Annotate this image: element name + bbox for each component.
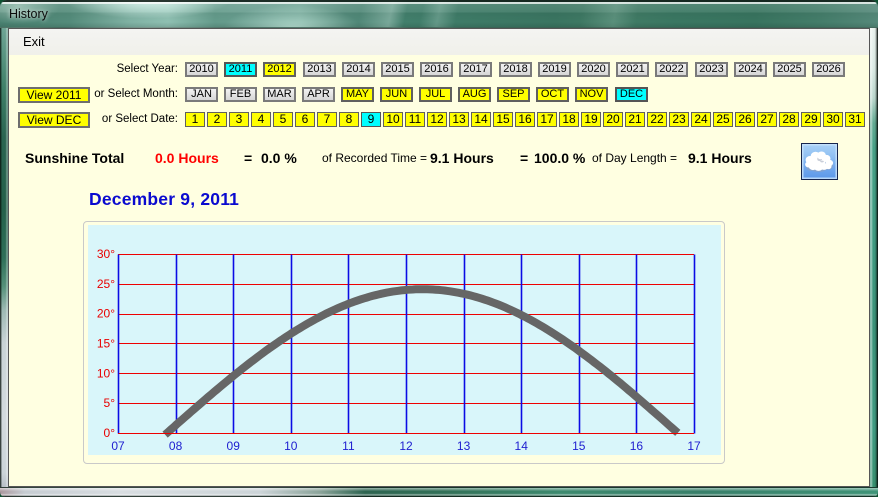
svg-text:10°: 10° xyxy=(97,366,115,380)
svg-text:11: 11 xyxy=(342,439,355,453)
svg-text:15: 15 xyxy=(572,439,586,453)
svg-text:12: 12 xyxy=(399,439,413,453)
svg-text:09: 09 xyxy=(227,439,241,453)
svg-text:17: 17 xyxy=(687,439,701,453)
svg-text:20°: 20° xyxy=(97,307,115,321)
svg-text:30°: 30° xyxy=(97,247,115,261)
svg-text:14: 14 xyxy=(515,439,529,453)
svg-text:07: 07 xyxy=(111,439,125,453)
svg-text:16: 16 xyxy=(630,439,644,453)
svg-text:10: 10 xyxy=(284,439,298,453)
svg-text:25°: 25° xyxy=(97,277,115,291)
svg-text:5°: 5° xyxy=(104,396,116,410)
svg-text:15°: 15° xyxy=(97,337,115,351)
svg-text:0°: 0° xyxy=(104,426,116,440)
svg-text:13: 13 xyxy=(457,439,471,453)
svg-text:08: 08 xyxy=(169,439,183,453)
